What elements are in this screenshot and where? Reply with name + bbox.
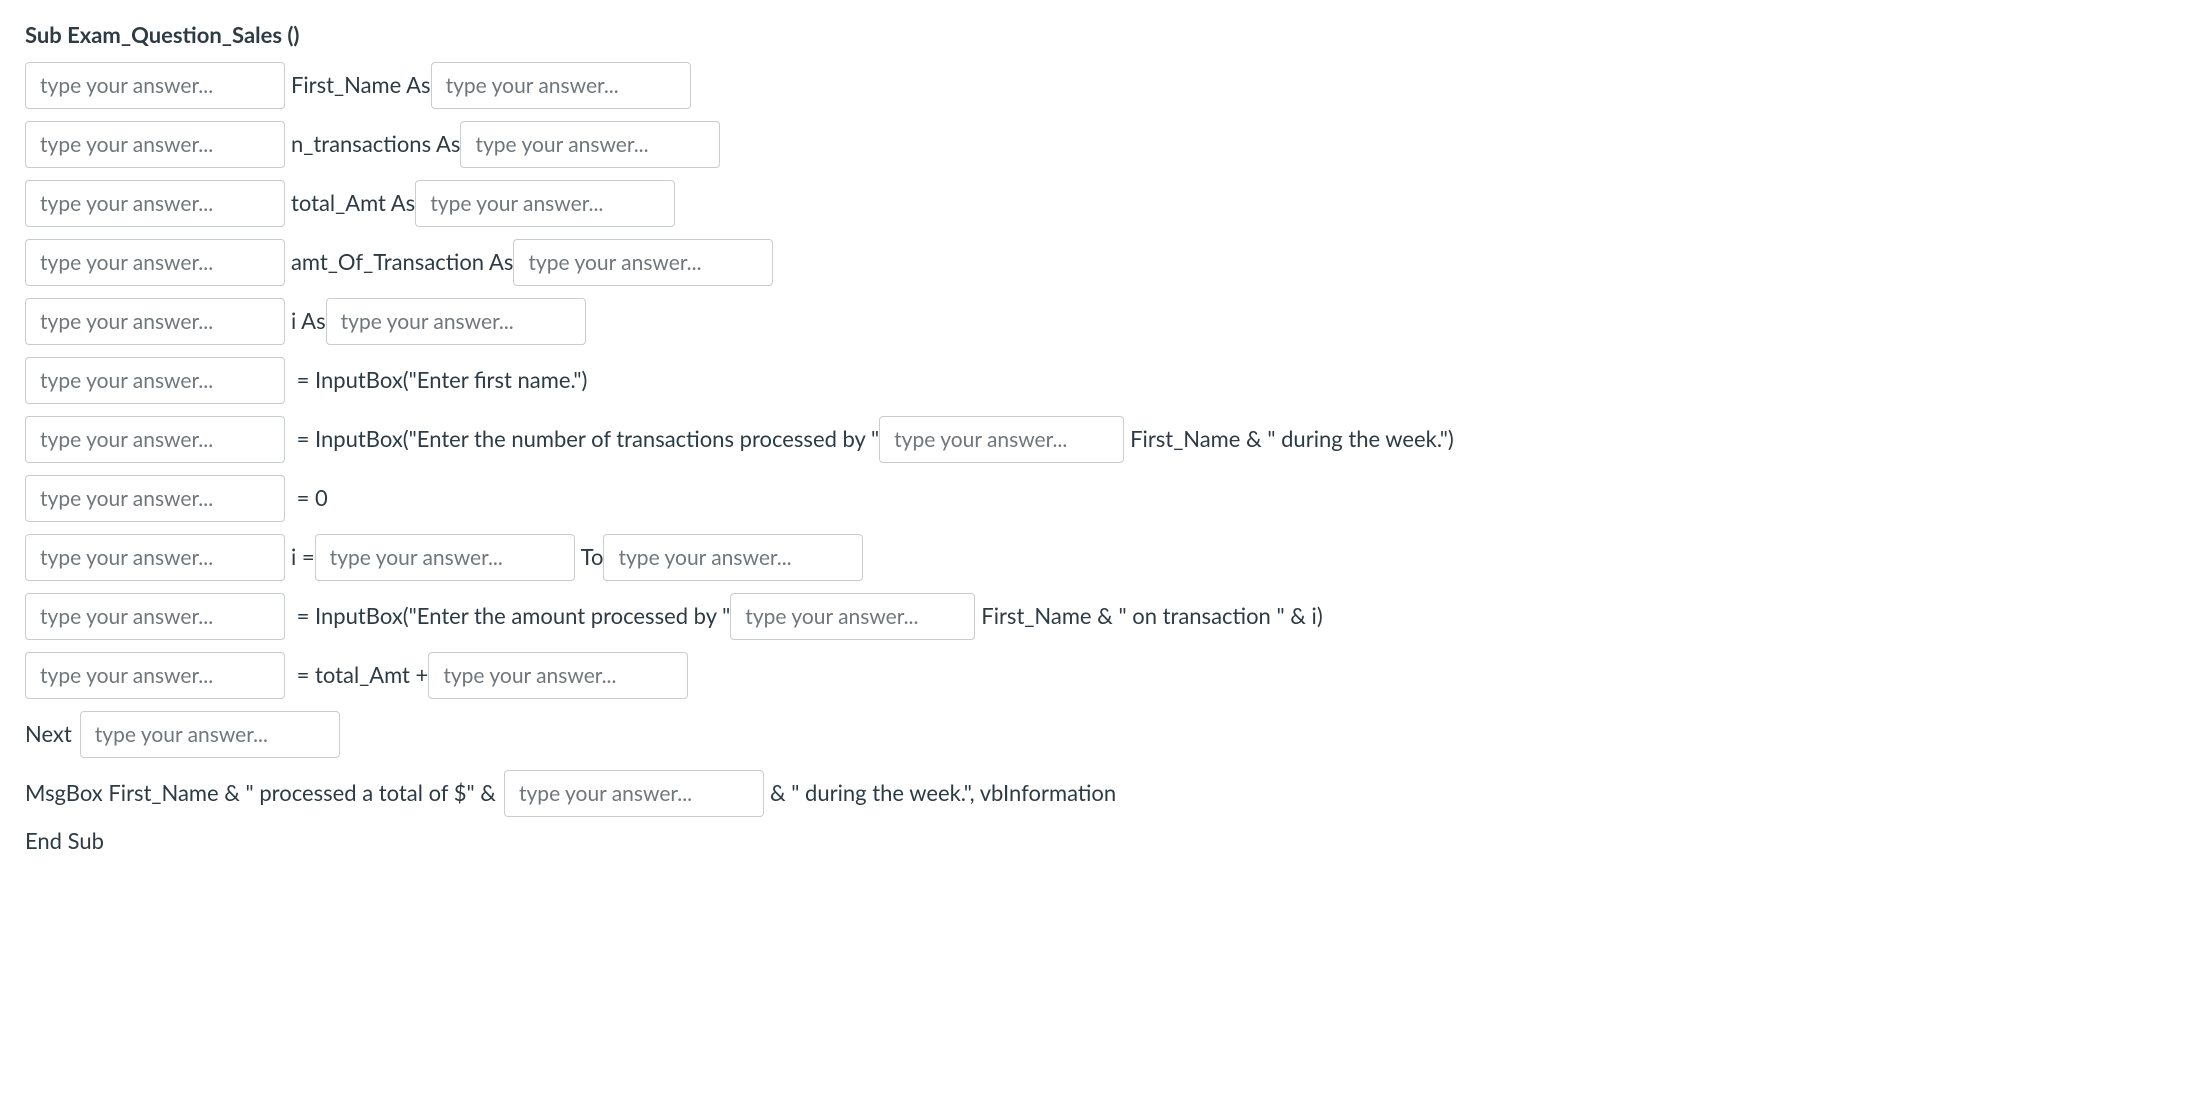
label-i-as: i As [291,306,326,337]
input-ntransactions-keyword[interactable] [25,121,285,168]
input-inputbox-ntransactions-concat[interactable] [879,416,1124,463]
label-equals-zero: = 0 [291,483,328,514]
line-msgbox: MsgBox First_Name & " processed a total … [25,767,2185,820]
label-accumulate-prefix: = total_Amt + [291,660,428,691]
label-ntransactions-as: n_transactions As [291,129,460,160]
sub-declaration: Sub Exam_Question_Sales () [25,20,2185,51]
label-inputbox-firstname: = InputBox("Enter first name.") [291,365,587,396]
line-inputbox-ntransactions: = InputBox("Enter the number of transact… [25,413,2185,466]
line-for-loop: i = To [25,531,2185,584]
label-inputbox-amount-prefix: = InputBox("Enter the amount processed b… [291,601,730,632]
label-i-equals: i = [291,542,315,573]
label-next: Next [25,719,72,750]
label-totalamt-as: total_Amt As [291,188,415,219]
label-msgbox-suffix: & " during the week.", vbInformation [770,778,1116,809]
input-inputbox-ntransactions-var[interactable] [25,416,285,463]
line-amtoftransaction-decl: amt_Of_Transaction As [25,236,2185,289]
line-firstname-decl: First_Name As [25,59,2185,112]
input-for-start[interactable] [315,534,575,581]
line-ntransactions-decl: n_transactions As [25,118,2185,171]
line-inputbox-amount: = InputBox("Enter the amount processed b… [25,590,2185,643]
line-end-sub: End Sub [25,826,2185,857]
input-init-zero-var[interactable] [25,475,285,522]
line-i-decl: i As [25,295,2185,348]
input-for-keyword[interactable] [25,534,285,581]
label-msgbox-prefix: MsgBox First_Name & " processed a total … [25,778,496,809]
input-accumulate-addend[interactable] [428,652,688,699]
input-accumulate-var[interactable] [25,652,285,699]
input-firstname-keyword[interactable] [25,62,285,109]
line-inputbox-firstname: = InputBox("Enter first name.") [25,354,2185,407]
label-inputbox-ntransactions-suffix: First_Name & " during the week.") [1130,424,1454,455]
input-inputbox-firstname-var[interactable] [25,357,285,404]
input-totalamt-type[interactable] [415,180,675,227]
line-init-zero: = 0 [25,472,2185,525]
sub-title-text: Sub Exam_Question_Sales () [25,20,299,51]
input-inputbox-amount-var[interactable] [25,593,285,640]
input-amtoftransaction-type[interactable] [513,239,773,286]
line-accumulate: = total_Amt + [25,649,2185,702]
label-amtoftransaction-as: amt_Of_Transaction As [291,247,513,278]
line-totalamt-decl: total_Amt As [25,177,2185,230]
label-inputbox-amount-suffix: First_Name & " on transaction " & i) [981,601,1322,632]
input-msgbox-total[interactable] [504,770,764,817]
input-inputbox-amount-concat[interactable] [730,593,975,640]
label-to: To [581,542,604,573]
input-firstname-type[interactable] [431,62,691,109]
label-inputbox-ntransactions-prefix: = InputBox("Enter the number of transact… [291,424,879,455]
label-end-sub: End Sub [25,826,104,857]
label-firstname-as: First_Name As [291,70,431,101]
input-next-var[interactable] [80,711,340,758]
input-i-keyword[interactable] [25,298,285,345]
input-amtoftransaction-keyword[interactable] [25,239,285,286]
input-ntransactions-type[interactable] [460,121,720,168]
input-totalamt-keyword[interactable] [25,180,285,227]
input-i-type[interactable] [326,298,586,345]
line-next: Next [25,708,2185,761]
input-for-end[interactable] [603,534,863,581]
